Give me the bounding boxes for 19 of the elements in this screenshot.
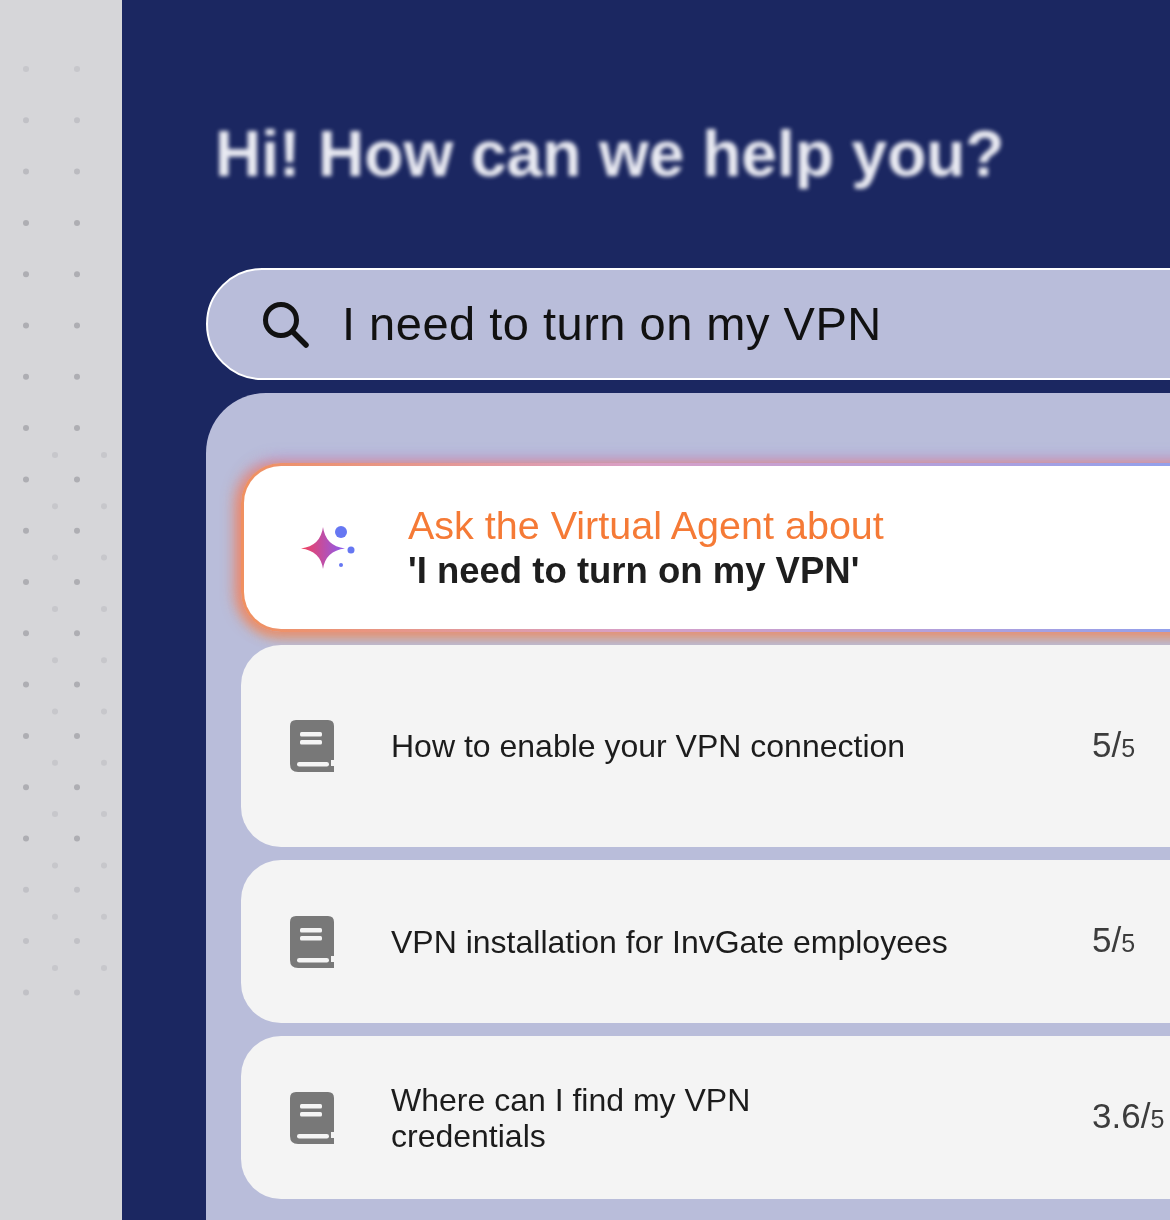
book-icon xyxy=(290,720,334,772)
search-field[interactable]: I need to turn on my VPN xyxy=(206,268,1170,380)
agent-query: 'I need to turn on my VPN' xyxy=(408,548,861,593)
search-input[interactable]: I need to turn on my VPN xyxy=(342,296,962,352)
article-rating: 3.6/5 xyxy=(1092,1097,1166,1137)
agent-prompt: Ask the Virtual Agent about xyxy=(408,502,884,548)
article-rating: 5/5 xyxy=(1092,921,1137,961)
article-card[interactable]: How to enable your VPN connection 5/5 xyxy=(241,645,1170,847)
book-icon xyxy=(290,915,334,968)
article-card[interactable]: VPN installation for InvGate employees 5/5 xyxy=(241,860,1170,1023)
article-title: How to enable your VPN connection xyxy=(391,728,907,764)
book-icon xyxy=(290,1091,334,1144)
article-title: Where can I find my VPN credentials xyxy=(391,1081,752,1154)
article-title: VPN installation for InvGate employees xyxy=(391,923,949,960)
article-rating: 5/5 xyxy=(1092,725,1137,766)
greeting-heading: Hi! How can we help you? xyxy=(215,117,1005,192)
article-card[interactable]: Where can I find my VPN credentials 3.6/5 xyxy=(241,1036,1170,1199)
search-icon xyxy=(260,299,310,349)
virtual-agent-card[interactable]: Ask the Virtual Agent about 'I need to turn on my VPN' xyxy=(241,463,1170,632)
